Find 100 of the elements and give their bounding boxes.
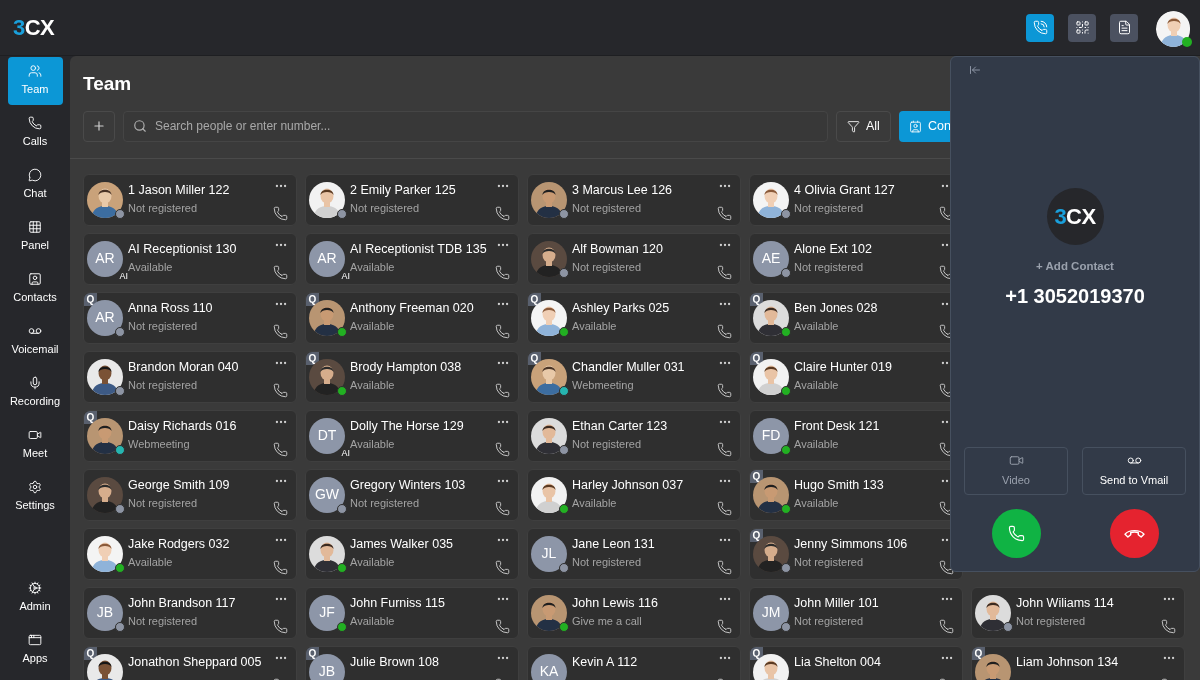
phone-icon[interactable] <box>495 441 510 457</box>
filter-button[interactable]: All <box>836 110 891 142</box>
phone-icon[interactable] <box>939 618 954 634</box>
phone-icon[interactable] <box>273 500 288 516</box>
phone-icon[interactable] <box>717 323 732 339</box>
contact-card[interactable]: Harley Johnson 037 Available <box>527 468 741 521</box>
phone-icon[interactable] <box>717 618 732 634</box>
phone-icon[interactable] <box>717 382 732 398</box>
toolbar-button[interactable] <box>1110 13 1138 42</box>
contact-card[interactable]: Q Anthony Freeman 020 Available <box>305 291 519 344</box>
avatar: FD <box>753 417 789 454</box>
contact-card[interactable]: Q Chandler Muller 031 Webmeeting <box>527 350 741 403</box>
nav-item[interactable]: Admin <box>7 574 63 622</box>
phone-icon[interactable] <box>717 559 732 575</box>
contact-card[interactable]: Q Lia Shelton 004 <box>749 645 963 680</box>
phone-icon[interactable] <box>717 205 732 221</box>
add-button[interactable] <box>83 110 115 142</box>
call-option-button[interactable]: Send to Vmail <box>1082 447 1186 495</box>
phone-icon[interactable] <box>495 500 510 516</box>
contact-status: Not registered <box>128 496 199 511</box>
nav-item[interactable]: Chat <box>7 161 63 209</box>
contact-name: Kevin A 112 <box>572 655 639 671</box>
contact-card[interactable]: Q JB Julie Brown 108 <box>305 645 519 680</box>
nav-item[interactable]: Meet <box>7 421 63 469</box>
phone-icon[interactable] <box>1161 618 1176 634</box>
contact-card[interactable]: JB John Brandson 117 Not registered <box>83 586 297 639</box>
phone-icon[interactable] <box>273 323 288 339</box>
contact-card[interactable]: Q Daisy Richards 016 Webmeeting <box>83 409 297 462</box>
contact-card[interactable]: 3 Marcus Lee 126 Not registered <box>527 173 741 226</box>
collapse-icon[interactable] <box>969 64 981 76</box>
contact-card[interactable]: AR AI AI Receptionist TDB 135 Available <box>305 232 519 285</box>
phone-icon[interactable] <box>495 559 510 575</box>
contact-card[interactable]: KA Kevin A 112 <box>527 645 741 680</box>
contact-card[interactable]: JF John Furniss 115 Available <box>305 586 519 639</box>
contact-card[interactable]: John Wiliams 114 Not registered <box>971 586 1185 639</box>
contact-name: Chandler Muller 031 <box>572 360 686 376</box>
contact-status: Not registered <box>794 201 865 216</box>
contact-card[interactable]: Q AR Anna Ross 110 Not registered <box>83 291 297 344</box>
contact-status: Not registered <box>794 260 865 275</box>
phone-icon[interactable] <box>273 382 288 398</box>
phone-icon[interactable] <box>717 500 732 516</box>
contact-card[interactable]: JL Jane Leon 131 Not registered <box>527 527 741 580</box>
contact-status: Not registered <box>794 614 865 629</box>
microphone-icon <box>28 376 42 391</box>
phone-icon[interactable] <box>273 205 288 221</box>
document-icon <box>1116 20 1132 35</box>
contact-status: Available <box>350 378 396 393</box>
contact-card[interactable]: DT AI Dolly The Horse 129 Available <box>305 409 519 462</box>
contact-card[interactable]: 2 Emily Parker 125 Not registered <box>305 173 519 226</box>
contact-card[interactable]: James Walker 035 Available <box>305 527 519 580</box>
contact-card[interactable]: Q Jonathon Sheppard 005 <box>83 645 297 680</box>
contact-card[interactable]: Alf Bowman 120 Not registered <box>527 232 741 285</box>
nav-item[interactable]: Calls <box>7 109 63 157</box>
phone-icon[interactable] <box>495 205 510 221</box>
nav-item[interactable]: Panel <box>7 213 63 261</box>
phone-icon[interactable] <box>273 559 288 575</box>
phone-icon[interactable] <box>939 559 954 575</box>
decline-button[interactable] <box>1109 509 1159 558</box>
phone-icon[interactable] <box>273 441 288 457</box>
nav-item[interactable]: Voicemail <box>7 317 63 365</box>
contact-card[interactable]: George Smith 109 Not registered <box>83 468 297 521</box>
contact-name: Brody Hampton 038 <box>350 360 463 376</box>
phone-icon[interactable] <box>273 264 288 280</box>
contact-name: 2 Emily Parker 125 <box>350 183 457 199</box>
toolbar-button[interactable] <box>1068 13 1096 42</box>
contact-card[interactable]: AR AI AI Receptionist 130 Available <box>83 232 297 285</box>
phone-icon[interactable] <box>717 264 732 280</box>
contact-card[interactable]: Jake Rodgers 032 Available <box>83 527 297 580</box>
phone-icon[interactable] <box>273 618 288 634</box>
contact-name: AI Receptionist 130 <box>128 242 238 258</box>
contact-card[interactable]: Q Jenny Simmons 106 Not registered <box>749 527 963 580</box>
contact-status: Webmeeting <box>572 378 635 393</box>
queue-tag: Q <box>84 292 97 306</box>
contact-status: Available <box>794 496 840 511</box>
phone-icon[interactable] <box>495 323 510 339</box>
nav-item[interactable]: Recording <box>7 369 63 417</box>
contact-card[interactable]: JM John Miller 101 Not registered <box>749 586 963 639</box>
contact-card[interactable]: John Lewis 116 Give me a call <box>527 586 741 639</box>
toolbar-button[interactable] <box>1026 13 1054 42</box>
contact-card[interactable]: Ethan Carter 123 Not registered <box>527 409 741 462</box>
phone-icon[interactable] <box>495 382 510 398</box>
contact-card[interactable]: Q Liam Johnson 134 <box>971 645 1185 680</box>
add-contact-link[interactable]: + Add Contact <box>1036 258 1114 276</box>
search-field[interactable]: Search people or enter number... <box>123 110 828 142</box>
contact-card[interactable]: Brandon Moran 040 Not registered <box>83 350 297 403</box>
phone-icon[interactable] <box>495 264 510 280</box>
phone-icon[interactable] <box>495 618 510 634</box>
nav-item[interactable]: Contacts <box>7 265 63 313</box>
contact-status: Available <box>350 555 396 570</box>
avatar: JB <box>87 594 123 631</box>
contact-name: Ashley Parks 025 <box>572 301 671 317</box>
search-icon <box>133 118 147 133</box>
contact-name: Daisy Richards 016 <box>128 419 238 435</box>
answer-button[interactable] <box>991 509 1041 558</box>
contact-card[interactable]: 1 Jason Miller 122 Not registered <box>83 173 297 226</box>
nav-item[interactable]: Settings <box>7 473 63 521</box>
contact-card[interactable]: Q Brody Hampton 038 Available <box>305 350 519 403</box>
nav-item[interactable]: Apps <box>7 626 63 674</box>
phone-icon[interactable] <box>717 441 732 457</box>
contact-card[interactable]: Q Ashley Parks 025 Available <box>527 291 741 344</box>
